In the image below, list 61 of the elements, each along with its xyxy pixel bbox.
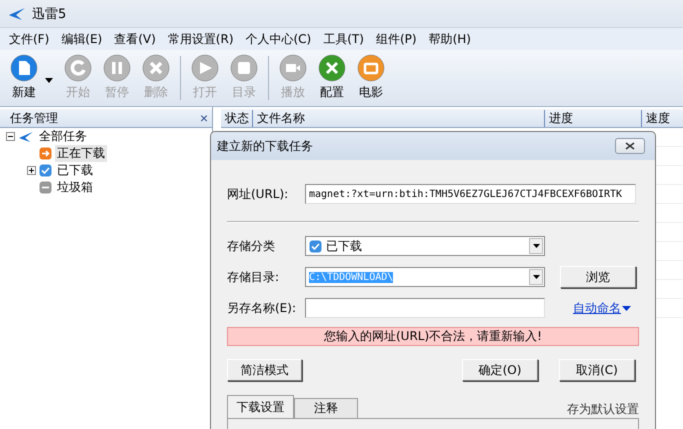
column-header[interactable]: 文件名称: [253, 110, 545, 126]
field-label: 网址(URL):: [227, 186, 290, 202]
tab[interactable]: 注释: [294, 398, 358, 418]
dialog-button[interactable]: 简洁模式: [227, 359, 302, 381]
pause-icon: [103, 54, 131, 82]
error-message: 您输入的网址(URL)不合法，请重新输入!: [227, 327, 639, 346]
column-header[interactable]: 状态: [221, 110, 253, 126]
auto-name-link[interactable]: 自动命名: [573, 300, 631, 316]
bird-icon: [8, 6, 26, 20]
category-dropdown[interactable]: 已下载: [305, 236, 545, 256]
start-icon: [64, 54, 92, 82]
open-icon: [191, 54, 219, 82]
menu-item[interactable]: 组件(P): [370, 30, 422, 48]
browse-button[interactable]: 浏览: [560, 266, 636, 288]
panel-title: 任务管理: [10, 110, 58, 126]
dialog-button[interactable]: 确定(O): [462, 359, 538, 381]
field-label: 存储目录:: [227, 268, 280, 286]
close-button[interactable]: [615, 138, 645, 154]
folder-icon: [230, 54, 258, 82]
toolbar-button[interactable]: 电影: [353, 54, 389, 101]
caret-icon[interactable]: [45, 78, 53, 83]
filename-field[interactable]: [305, 298, 545, 318]
column-header[interactable]: 进度: [545, 110, 642, 126]
collapse-toggle[interactable]: [6, 132, 15, 141]
column-header[interactable]: 速度: [642, 110, 670, 126]
movie-icon: [357, 54, 385, 82]
save-default-text[interactable]: 存为默认设置: [567, 401, 639, 418]
menu-item[interactable]: 常用设置(R): [162, 30, 238, 48]
expand-toggle[interactable]: [27, 166, 36, 175]
dialog-button[interactable]: 取消(C): [559, 359, 635, 381]
field-label: 另存名称(E):: [227, 300, 297, 316]
tab[interactable]: 下载设置: [227, 395, 294, 418]
done-icon: [39, 164, 52, 177]
menu-item[interactable]: 编辑(E): [56, 30, 108, 48]
menu-item[interactable]: 个人中心(C): [240, 30, 316, 48]
caret-icon: [532, 275, 540, 279]
tree-item[interactable]: 已下载: [55, 162, 95, 179]
menu-item[interactable]: 帮助(H): [424, 30, 476, 48]
caret-icon: [532, 244, 540, 248]
tree-item[interactable]: 正在下载: [55, 145, 107, 162]
downloading-icon: [39, 147, 52, 160]
close-icon: [625, 142, 635, 150]
toolbar-button[interactable]: 配置: [314, 54, 350, 101]
play-icon: [279, 54, 307, 82]
trash-icon: [39, 181, 52, 194]
url-field[interactable]: magnet:?xt=urn:btih:TMH5V6EZ7GLEJ67CTJ4FBCEXF6BOIRTK: [305, 184, 636, 204]
window-title: 迅雷5: [32, 6, 66, 22]
menu-item[interactable]: 工具(T): [318, 30, 369, 48]
tree-item[interactable]: 全部任务: [37, 128, 89, 145]
bird-icon: [18, 130, 34, 142]
close-button[interactable]: ×: [200, 111, 208, 125]
caret-icon: [622, 306, 631, 310]
menu-item[interactable]: 查看(V): [109, 30, 161, 48]
menu-item[interactable]: 文件(F): [4, 30, 54, 48]
field-label: 存储分类: [227, 238, 276, 254]
delete-icon: [142, 54, 170, 82]
checkbox-icon: [309, 240, 322, 252]
toolbar-button[interactable]: 新建: [6, 54, 42, 101]
tree-item[interactable]: 垃圾箱: [55, 179, 95, 196]
dialog-title: 建立新的下载任务: [217, 138, 313, 154]
new-icon: [10, 54, 38, 82]
